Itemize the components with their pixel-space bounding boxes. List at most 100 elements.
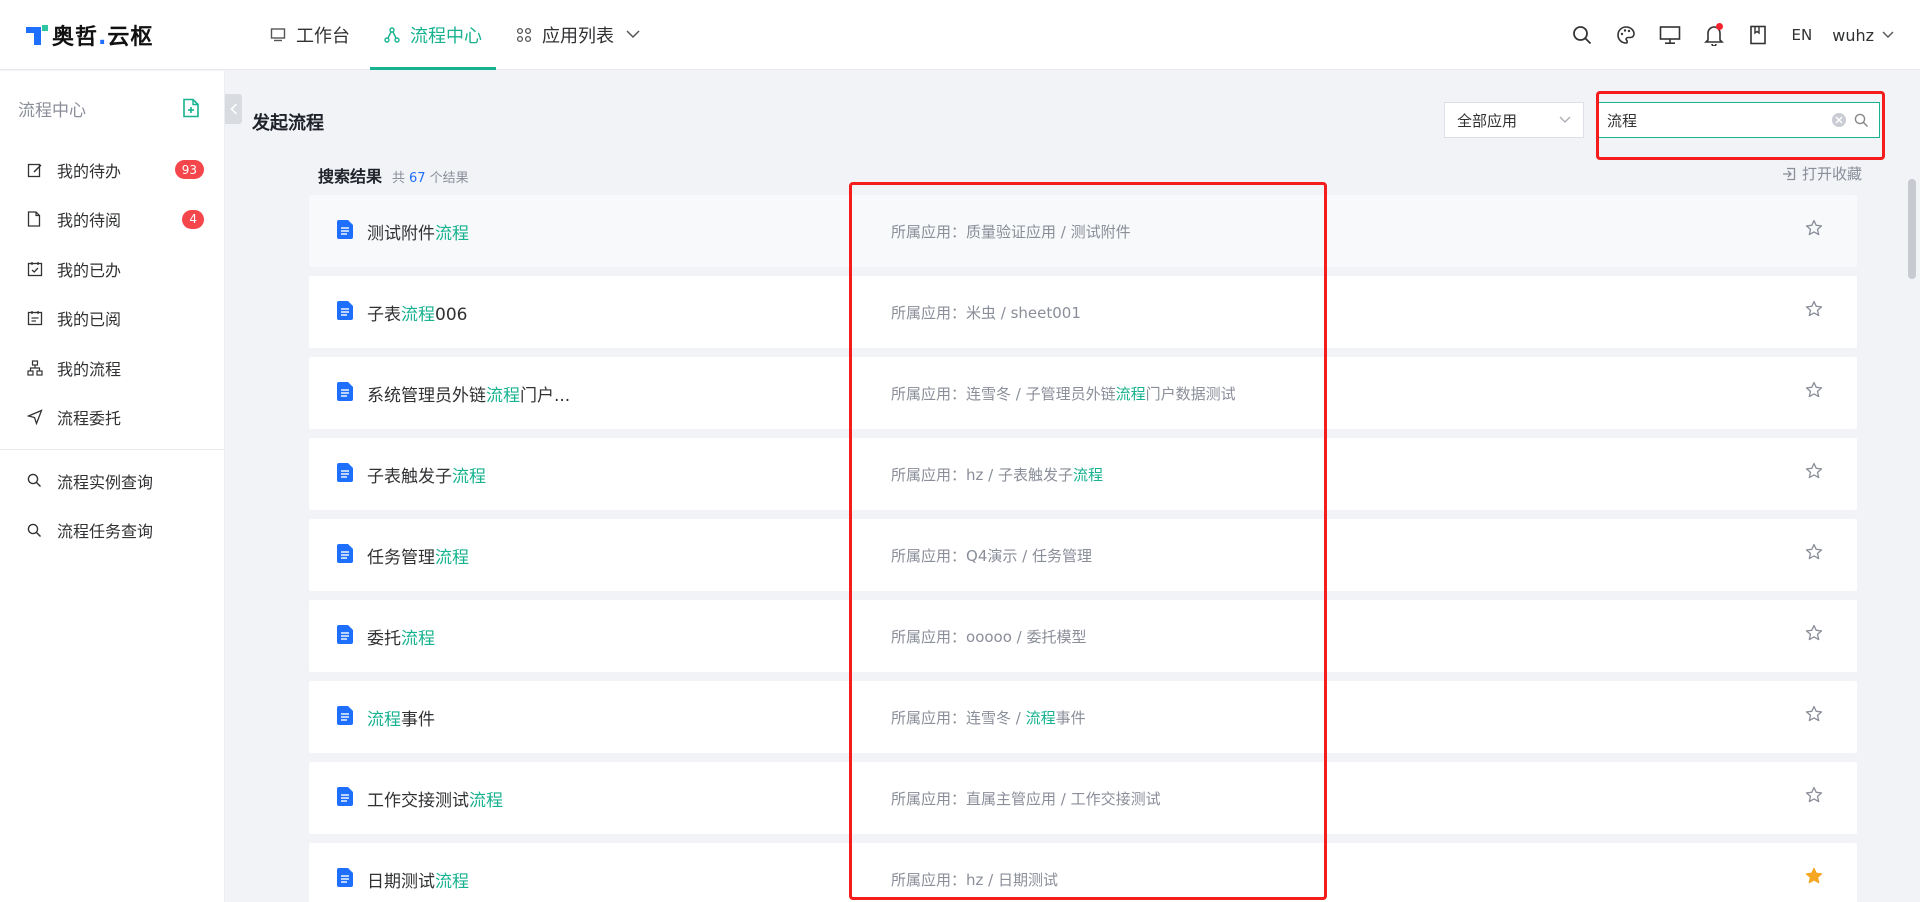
sidebar-item-todo[interactable]: 我的待办 93 bbox=[0, 145, 224, 195]
result-row[interactable]: 测试附件流程 所属应用：质量验证应用 / 测试附件 bbox=[309, 195, 1857, 267]
brand-logo[interactable]: 奥哲.云枢 bbox=[26, 0, 256, 70]
sidebar-item-my-process[interactable]: 我的流程 bbox=[0, 343, 224, 393]
search-result-header: 搜索结果 共 67 个结果 bbox=[318, 163, 469, 187]
text-fragment: 系统管理员外链 bbox=[367, 386, 486, 406]
document-icon bbox=[27, 211, 45, 227]
star-outline-icon[interactable] bbox=[1805, 705, 1823, 727]
scrollbar-thumb[interactable] bbox=[1908, 179, 1916, 279]
monitor-icon bbox=[270, 27, 286, 42]
app-filter-value: 全部应用 bbox=[1457, 111, 1518, 130]
process-name: 系统管理员外链流程门户... bbox=[367, 381, 570, 406]
star-outline-icon[interactable] bbox=[1805, 624, 1823, 646]
process-name: 测试附件流程 bbox=[367, 219, 469, 244]
chevron-down-icon bbox=[1882, 31, 1894, 39]
theme-button[interactable] bbox=[1604, 15, 1648, 55]
help-doc-button[interactable] bbox=[1736, 15, 1780, 55]
text-fragment: hz / 子表触发子 bbox=[966, 466, 1073, 484]
text-fragment: 工作交接测试 bbox=[367, 791, 469, 811]
star-outline-icon[interactable] bbox=[1805, 300, 1823, 322]
sidebar: 流程中心 我的待办 93 我的待阅 4 我的已办 我的已阅 我的流程 流程委托 … bbox=[0, 71, 225, 902]
new-process-button[interactable] bbox=[182, 98, 200, 118]
screen-button[interactable] bbox=[1648, 15, 1692, 55]
sidebar-item-task-query[interactable]: 流程任务查询 bbox=[0, 506, 224, 556]
sidebar-item-done[interactable]: 我的已办 bbox=[0, 244, 224, 294]
result-row[interactable]: 工作交接测试流程 所属应用：直属主管应用 / 工作交接测试 bbox=[309, 762, 1857, 834]
text-fragment: 质量验证应用 / 测试附件 bbox=[966, 223, 1131, 241]
star-outline-icon[interactable] bbox=[1805, 219, 1823, 241]
result-row[interactable]: 流程事件 所属应用：连雪冬 / 流程事件 bbox=[309, 681, 1857, 753]
top-right-tools: EN wuhz bbox=[1560, 0, 1894, 70]
text-fragment: 子表触发子 bbox=[367, 467, 452, 487]
sidebar-title: 流程中心 bbox=[18, 100, 86, 121]
form-document-icon bbox=[337, 463, 353, 486]
star-outline-icon[interactable] bbox=[1805, 543, 1823, 565]
sidebar-item-to-read[interactable]: 我的待阅 4 bbox=[0, 195, 224, 245]
keyword-highlight: 流程 bbox=[1115, 385, 1146, 403]
sidebar-divider bbox=[0, 449, 224, 450]
form-document-icon bbox=[337, 382, 353, 405]
text-fragment: 米虫 / sheet001 bbox=[966, 304, 1081, 322]
nav-workbench-label: 工作台 bbox=[296, 25, 350, 47]
app-prefix-label: 所属应用： bbox=[891, 385, 967, 403]
keyword-highlight: 流程 bbox=[367, 710, 401, 730]
user-menu[interactable]: wuhz bbox=[1832, 26, 1894, 45]
form-document-icon bbox=[337, 625, 353, 648]
star-outline-icon[interactable] bbox=[1805, 786, 1823, 808]
star-outline-icon[interactable] bbox=[1805, 462, 1823, 484]
page-scrollbar[interactable] bbox=[1902, 71, 1920, 902]
search-icon bbox=[1572, 26, 1591, 45]
text-fragment: 日期测试 bbox=[367, 872, 435, 892]
result-row[interactable]: 子表触发子流程 所属应用：hz / 子表触发子流程 bbox=[309, 438, 1857, 510]
app-prefix-label: 所属应用： bbox=[891, 709, 967, 727]
page-title: 发起流程 bbox=[252, 113, 324, 134]
process-name: 子表触发子流程 bbox=[367, 462, 486, 487]
app-prefix-label: 所属应用： bbox=[891, 790, 967, 808]
keyword-highlight: 流程 bbox=[435, 548, 469, 568]
keyword-highlight: 流程 bbox=[435, 224, 469, 244]
process-app: 所属应用：hz / 子表触发子流程 bbox=[891, 464, 1103, 485]
sidebar-collapse-toggle[interactable] bbox=[225, 94, 242, 124]
result-row[interactable]: 日期测试流程 所属应用：hz / 日期测试 bbox=[309, 843, 1857, 902]
language-switch[interactable]: EN bbox=[1792, 26, 1813, 44]
process-name: 委托流程 bbox=[367, 624, 435, 649]
text-fragment: 事件 bbox=[401, 710, 435, 730]
chevron-down-icon bbox=[1559, 116, 1571, 123]
process-search-input[interactable] bbox=[1607, 111, 1832, 129]
apps-grid-icon bbox=[516, 27, 532, 43]
search-submit-button[interactable] bbox=[1854, 113, 1869, 128]
app-filter-select[interactable]: 全部应用 bbox=[1444, 102, 1584, 138]
logo-mark-icon bbox=[26, 24, 48, 45]
process-name: 任务管理流程 bbox=[367, 543, 469, 568]
app-prefix-label: 所属应用： bbox=[891, 223, 967, 241]
clear-search-button[interactable] bbox=[1832, 113, 1846, 127]
form-document-icon bbox=[337, 544, 353, 567]
notifications-button[interactable] bbox=[1692, 15, 1736, 55]
result-row[interactable]: 系统管理员外链流程门户... 所属应用：连雪冬 / 子管理员外链流程门户数据测试 bbox=[309, 357, 1857, 429]
result-row[interactable]: 子表流程006 所属应用：米虫 / sheet001 bbox=[309, 276, 1857, 348]
bookmark-book-icon bbox=[1749, 25, 1766, 45]
sidebar-item-label: 我的流程 bbox=[57, 359, 122, 379]
sidebar-item-instance-query[interactable]: 流程实例查询 bbox=[0, 456, 224, 506]
sidebar-item-label: 流程任务查询 bbox=[57, 522, 154, 542]
open-favorites-button[interactable]: 打开收藏 bbox=[1782, 163, 1862, 184]
app-prefix-label: 所属应用： bbox=[891, 304, 967, 322]
nav-app-list[interactable]: 应用列表 bbox=[502, 0, 654, 70]
text-fragment: 连雪冬 / bbox=[966, 709, 1026, 727]
app-prefix-label: 所属应用： bbox=[891, 547, 967, 565]
nav-process-center[interactable]: 流程中心 bbox=[370, 0, 496, 70]
user-name: wuhz bbox=[1832, 25, 1874, 45]
star-filled-icon[interactable] bbox=[1805, 867, 1823, 889]
global-search-button[interactable] bbox=[1560, 15, 1604, 55]
star-outline-icon[interactable] bbox=[1805, 381, 1823, 403]
text-fragment: hz / 日期测试 bbox=[966, 871, 1058, 889]
sidebar-item-label: 我的已阅 bbox=[57, 310, 122, 330]
result-row[interactable]: 委托流程 所属应用：ooooo / 委托模型 bbox=[309, 600, 1857, 672]
process-app: 所属应用：直属主管应用 / 工作交接测试 bbox=[891, 788, 1161, 809]
sidebar-item-delegation[interactable]: 流程委托 bbox=[0, 393, 224, 443]
result-row[interactable]: 任务管理流程 所属应用：Q4演示 / 任务管理 bbox=[309, 519, 1857, 591]
sidebar-item-read[interactable]: 我的已阅 bbox=[0, 294, 224, 344]
app-prefix-label: 所属应用： bbox=[891, 871, 967, 889]
nav-workbench[interactable]: 工作台 bbox=[256, 0, 364, 70]
keyword-highlight: 流程 bbox=[1025, 709, 1056, 727]
text-fragment: 事件 bbox=[1055, 709, 1086, 727]
